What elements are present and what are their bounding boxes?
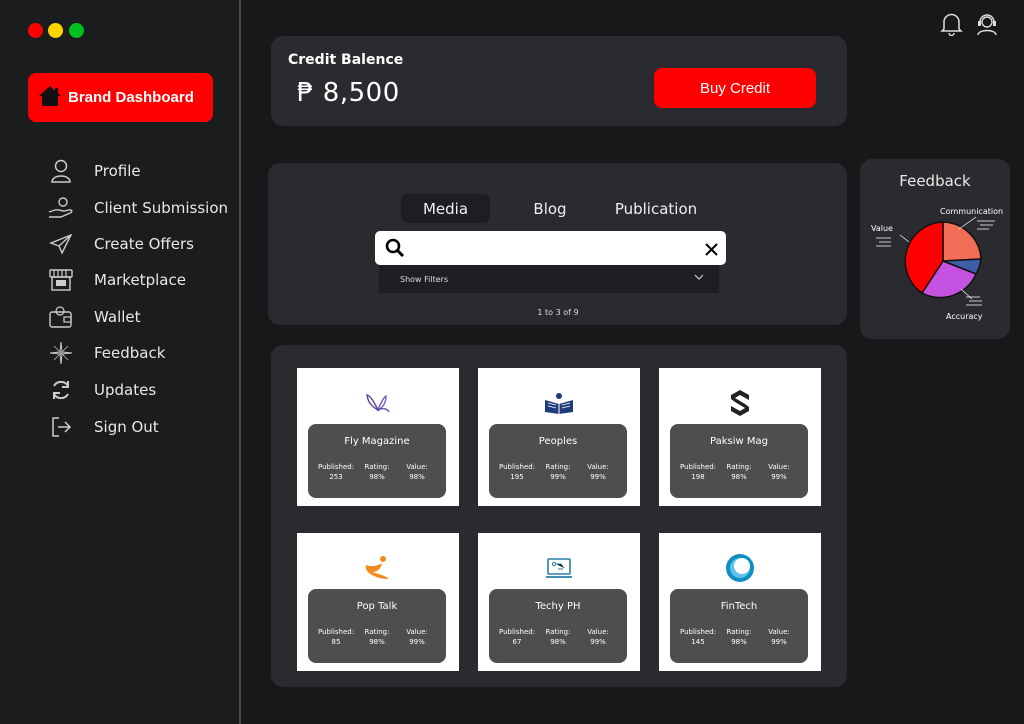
published-stat: Published: 145 xyxy=(680,628,717,646)
value-stat: Value: 99% xyxy=(587,463,609,481)
publication-name: Techy PH xyxy=(535,601,581,612)
show-filters-dropdown[interactable]: Show Filters xyxy=(379,265,719,293)
credit-balance-title: Credit Balence xyxy=(288,52,404,68)
sidebar-item-wallet[interactable]: Wallet xyxy=(47,304,141,330)
page-count: 1 to 3 of 9 xyxy=(537,308,579,317)
paper-plane-icon xyxy=(47,232,75,256)
publication-info: Techy PH Published: 67 Rating: 98% Value: 9… xyxy=(489,589,627,663)
tab-blog[interactable]: Blog xyxy=(520,194,580,223)
sidebar-item-profile[interactable]: Profile xyxy=(47,158,141,184)
publication-card[interactable]: Fly Magazine Published: 253 Rating: 98% Va… xyxy=(297,368,459,506)
publication-card[interactable]: Peoples Published: 195 Rating: 99% Value: 9… xyxy=(478,368,640,506)
search-box xyxy=(375,231,726,265)
feedback-label-accuracy: Accuracy xyxy=(946,312,983,321)
home-icon xyxy=(38,85,62,111)
publication-name: Fly Magazine xyxy=(344,436,410,447)
publication-info: Pop Talk Published: 85 Rating: 98% Value: 9… xyxy=(308,589,446,663)
publication-card[interactable]: Pop Talk Published: 85 Rating: 98% Value: 9… xyxy=(297,533,459,671)
sidebar-item-label: Profile xyxy=(94,162,141,180)
rating-stat: Rating: 98% xyxy=(726,463,752,481)
sidebar-item-sign-out[interactable]: Sign Out xyxy=(47,414,159,440)
value-stat: Value: 99% xyxy=(406,628,428,646)
publication-card[interactable]: Techy PH Published: 67 Rating: 98% Value: 9… xyxy=(478,533,640,671)
window-maximize-dot[interactable] xyxy=(69,23,84,38)
value-stat: Value: 99% xyxy=(768,463,790,481)
publication-info: FinTech Published: 145 Rating: 98% Value: 9… xyxy=(670,589,808,663)
publication-card[interactable]: FinTech Published: 145 Rating: 98% Value: 9… xyxy=(659,533,821,671)
publications-panel: Fly Magazine Published: 253 Rating: 98% Va… xyxy=(271,345,847,687)
rating-stat: Rating: 98% xyxy=(364,628,390,646)
feedback-pie-chart xyxy=(876,216,995,306)
value-stat: Value: 98% xyxy=(406,463,428,481)
credit-balance-card: Credit Balence ₱ 8,500 Buy Credit xyxy=(271,36,847,126)
s-shape-logo xyxy=(659,388,821,418)
monitor-circuit-logo xyxy=(478,553,640,583)
book-reader-logo xyxy=(478,388,640,418)
buy-credit-button[interactable]: Buy Credit xyxy=(654,68,816,108)
sidebar-item-label: Feedback xyxy=(94,344,166,362)
publication-name: Pop Talk xyxy=(356,601,398,612)
value-stat: Value: 99% xyxy=(768,628,790,646)
value-stat: Value: 99% xyxy=(587,628,609,646)
clear-search-icon[interactable] xyxy=(705,241,718,260)
brand-dashboard-label: Brand Dashboard xyxy=(68,89,194,106)
publication-name: Peoples xyxy=(538,436,578,447)
sidebar-item-label: Create Offers xyxy=(94,235,194,253)
published-stat: Published: 67 xyxy=(499,628,536,646)
sidebar-item-client-submission[interactable]: Client Submission xyxy=(47,195,228,221)
sidebar-item-marketplace[interactable]: Marketplace xyxy=(47,267,186,293)
store-icon xyxy=(47,268,75,292)
credit-balance-amount: ₱ 8,500 xyxy=(297,78,400,108)
search-card: Media Blog Publication Show Filters 1 to… xyxy=(268,163,847,325)
pie-slice-communication xyxy=(942,221,982,262)
ring-logo xyxy=(659,553,821,583)
published-stat: Published: 85 xyxy=(318,628,355,646)
swoosh-person-logo xyxy=(297,553,459,583)
sidebar-item-label: Wallet xyxy=(94,308,141,326)
sign-out-icon xyxy=(47,415,75,439)
rating-stat: Rating: 98% xyxy=(726,628,752,646)
window-close-dot[interactable] xyxy=(28,23,43,38)
tab-publication[interactable]: Publication xyxy=(608,194,704,223)
sparkle-icon xyxy=(47,341,75,365)
search-input[interactable] xyxy=(411,235,691,261)
sidebar-item-updates[interactable]: Updates xyxy=(47,377,156,403)
publication-card[interactable]: Paksiw Mag Published: 198 Rating: 98% Valu… xyxy=(659,368,821,506)
feedback-label-communication: Communication xyxy=(940,207,1004,216)
sidebar-item-label: Sign Out xyxy=(94,418,159,436)
feedback-label-value: Value xyxy=(871,224,893,233)
publication-info: Paksiw Mag Published: 198 Rating: 98% Valu… xyxy=(670,424,808,498)
publication-name: FinTech xyxy=(720,601,758,612)
sidebar: Brand Dashboard Profile Client Submissio… xyxy=(0,0,241,724)
show-filters-label: Show Filters xyxy=(400,274,449,284)
sidebar-item-label: Marketplace xyxy=(94,271,186,289)
bell-icon[interactable] xyxy=(940,12,963,40)
sidebar-item-label: Updates xyxy=(94,381,157,399)
wallet-icon xyxy=(47,305,75,329)
tab-media[interactable]: Media xyxy=(401,194,490,223)
window-minimize-dot[interactable] xyxy=(48,23,63,38)
published-stat: Published: 198 xyxy=(680,463,717,481)
butterfly-logo xyxy=(297,388,459,418)
support-agent-icon[interactable] xyxy=(975,12,999,40)
refresh-icon xyxy=(47,378,75,402)
rating-stat: Rating: 98% xyxy=(364,463,390,481)
pie-slices xyxy=(904,221,982,299)
sidebar-item-feedback[interactable]: Feedback xyxy=(47,340,165,366)
rating-stat: Rating: 99% xyxy=(545,463,571,481)
publication-info: Fly Magazine Published: 253 Rating: 98% Va… xyxy=(308,424,446,498)
user-icon xyxy=(47,159,75,183)
chevron-down-icon xyxy=(693,271,705,285)
rating-stat: Rating: 98% xyxy=(545,628,571,646)
search-icon xyxy=(385,238,405,262)
publication-info: Peoples Published: 195 Rating: 99% Value: 9… xyxy=(489,424,627,498)
published-stat: Published: 195 xyxy=(499,463,536,481)
published-stat: Published: 253 xyxy=(318,463,355,481)
brand-dashboard-button[interactable]: Brand Dashboard xyxy=(28,73,213,122)
hand-user-icon xyxy=(47,196,75,220)
sidebar-item-label: Client Submission xyxy=(94,199,229,217)
feedback-card: Feedback Communication Value Accuracy xyxy=(860,159,1010,339)
publication-name: Paksiw Mag xyxy=(710,436,768,447)
sidebar-item-create-offers[interactable]: Create Offers xyxy=(47,231,194,257)
